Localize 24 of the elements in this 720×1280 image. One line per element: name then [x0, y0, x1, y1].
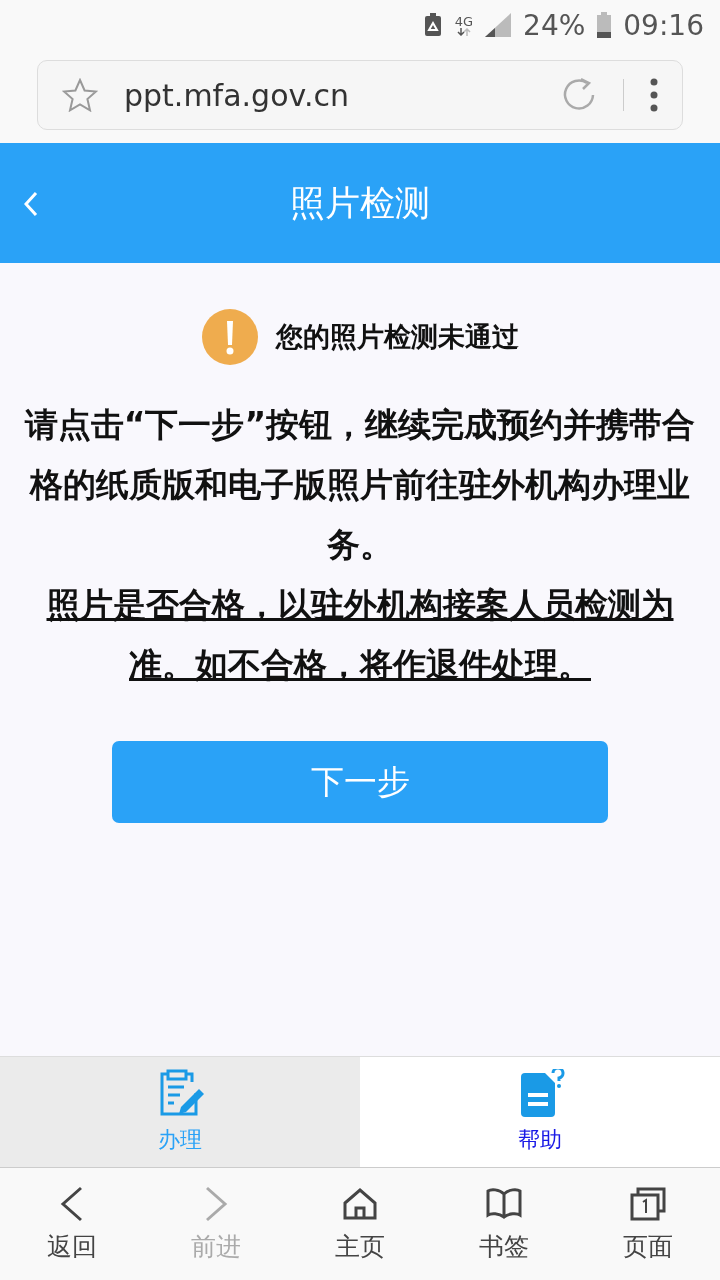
page-title: 照片检测	[290, 181, 430, 225]
chevron-left-icon	[24, 191, 38, 217]
home-icon	[342, 1185, 378, 1222]
toolbar-button[interactable]: 主页	[310, 1168, 410, 1280]
battery-percent: 24%	[523, 8, 586, 42]
reload-icon[interactable]	[561, 77, 597, 113]
instruction-text: 请点击“下一步”按钮，继续完成预约并携带合格的纸质版和电子版照片前往驻外机构办理业务。	[24, 404, 696, 566]
battery-icon	[597, 12, 612, 38]
book-icon	[486, 1185, 522, 1222]
network-type: 4G	[454, 14, 474, 28]
star-icon[interactable]	[62, 78, 98, 112]
notice-title: 您的照片检测未通过	[275, 320, 519, 354]
toolbar-button[interactable]: 书签	[454, 1168, 554, 1280]
tab[interactable]: 帮助	[360, 1057, 720, 1167]
instruction-text: 照片是否合格，以驻外机构接案人员检测为准。如不合格，将作退件处理。	[45, 584, 675, 686]
data-arrows-icon	[456, 27, 471, 36]
warning-icon	[201, 309, 258, 365]
signal-icon	[485, 13, 512, 37]
stacked-pages-icon	[630, 1185, 666, 1222]
toolbar-button[interactable]: 页面	[598, 1168, 698, 1280]
toolbar-button[interactable]: 返回	[22, 1168, 122, 1280]
address-bar[interactable]: ppt.mfa.gov.cn	[37, 60, 683, 130]
clock: 09:16	[623, 8, 704, 42]
more-icon[interactable]	[650, 78, 658, 112]
